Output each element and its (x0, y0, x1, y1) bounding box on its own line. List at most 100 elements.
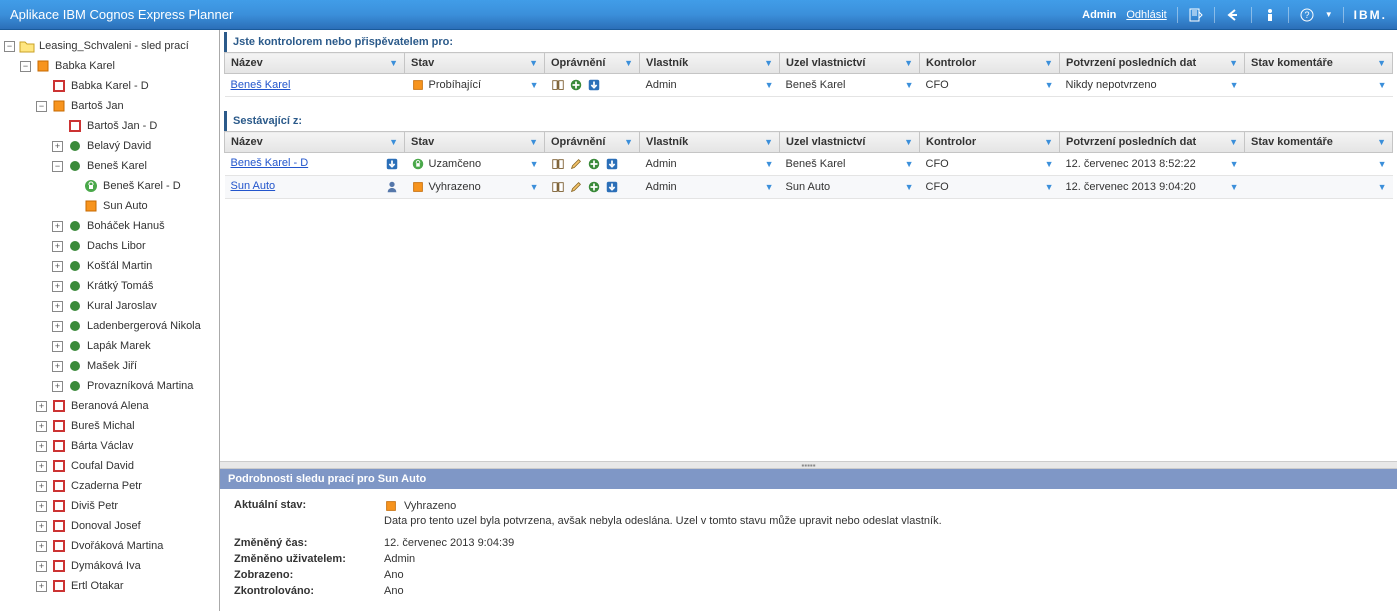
splitter-grip[interactable]: ▪▪▪▪▪ (220, 461, 1397, 469)
tree-toggle-icon[interactable]: + (36, 481, 47, 492)
tree-node[interactable]: +Bureš Michal (0, 416, 219, 436)
tree-node[interactable]: +Coufal David (0, 456, 219, 476)
chevron-down-icon[interactable]: ▼ (530, 159, 539, 169)
chevron-down-icon[interactable]: ▼ (1229, 58, 1238, 68)
tree-toggle-icon[interactable]: + (52, 381, 63, 392)
add-icon[interactable] (587, 157, 601, 171)
tree-node[interactable]: +Bárta Václav (0, 436, 219, 456)
tree-toggle-icon[interactable]: + (52, 241, 63, 252)
security-icon[interactable] (1262, 7, 1278, 23)
down-icon[interactable] (587, 78, 601, 92)
chevron-down-icon[interactable]: ▼ (624, 137, 633, 147)
chevron-down-icon[interactable]: ▼ (764, 58, 773, 68)
chevron-down-icon[interactable]: ▼ (1378, 182, 1387, 192)
tree-node[interactable]: +Beranová Alena (0, 396, 219, 416)
tree-node[interactable]: −Babka Karel (0, 56, 219, 76)
tree-toggle-icon[interactable]: + (36, 561, 47, 572)
chevron-down-icon[interactable]: ▼ (1230, 182, 1239, 192)
tree-toggle-icon[interactable]: − (4, 41, 15, 52)
table-row[interactable]: Sun AutoVyhrazeno▼Admin▼Sun Auto▼CFO▼12.… (225, 176, 1393, 199)
chevron-down-icon[interactable]: ▼ (389, 58, 398, 68)
chevron-down-icon[interactable]: ▼ (1377, 58, 1386, 68)
tree-toggle-icon[interactable]: + (36, 521, 47, 532)
col-header-stavkom[interactable]: Stav komentáře▼ (1245, 53, 1393, 74)
down-icon[interactable] (385, 157, 399, 171)
chevron-down-icon[interactable]: ▼ (529, 58, 538, 68)
tree-node[interactable]: +Dymáková Iva (0, 556, 219, 576)
col-header-opravneni[interactable]: Oprávnění▼ (545, 53, 640, 74)
tree-node[interactable]: +Ertl Otakar (0, 576, 219, 596)
col-header-stavkom[interactable]: Stav komentáře▼ (1245, 132, 1393, 153)
chevron-down-icon[interactable]: ▼ (1045, 182, 1054, 192)
col-header-kontrolor[interactable]: Kontrolor▼ (920, 53, 1060, 74)
chevron-down-icon[interactable]: ▼ (904, 58, 913, 68)
tree-toggle-icon[interactable]: + (36, 581, 47, 592)
chevron-down-icon[interactable]: ▼ (1044, 58, 1053, 68)
col-header-vlastnik[interactable]: Vlastník▼ (640, 53, 780, 74)
chevron-down-icon[interactable]: ▼ (530, 80, 539, 90)
tree-node[interactable]: +Košťál Martin (0, 256, 219, 276)
col-header-nazev[interactable]: Název▼ (225, 132, 405, 153)
chevron-down-icon[interactable]: ▼ (1044, 137, 1053, 147)
tree-toggle-icon[interactable]: + (52, 141, 63, 152)
col-header-stav[interactable]: Stav▼ (405, 132, 545, 153)
tree-node[interactable]: Bartoš Jan - D (0, 116, 219, 136)
person-icon[interactable] (385, 180, 399, 194)
tree-toggle-icon[interactable]: + (52, 261, 63, 272)
col-header-uzel[interactable]: Uzel vlastnictví▼ (780, 132, 920, 153)
tree-toggle-icon[interactable]: + (52, 301, 63, 312)
help-icon[interactable]: ? (1299, 7, 1315, 23)
tree-node[interactable]: −Leasing_Schvaleni - sled prací (0, 36, 219, 56)
col-header-potvrzeni[interactable]: Potvrzení posledních dat▼ (1060, 132, 1245, 153)
chevron-down-icon[interactable]: ▼ (624, 58, 633, 68)
col-header-vlastnik[interactable]: Vlastník▼ (640, 132, 780, 153)
tree-node[interactable]: +Czaderna Petr (0, 476, 219, 496)
tree-node[interactable]: +Dvořáková Martina (0, 536, 219, 556)
chevron-down-icon[interactable]: ▼ (765, 80, 774, 90)
tree-toggle-icon[interactable]: − (20, 61, 31, 72)
tree-node[interactable]: +Ladenbergerová Nikola (0, 316, 219, 336)
tree-node[interactable]: −Beneš Karel (0, 156, 219, 176)
col-header-nazev[interactable]: Název▼ (225, 53, 405, 74)
tree-node[interactable]: Sun Auto (0, 196, 219, 216)
tree-toggle-icon[interactable]: + (52, 361, 63, 372)
book-icon[interactable] (551, 78, 565, 92)
chevron-down-icon[interactable]: ▼ (1045, 159, 1054, 169)
chevron-down-icon[interactable]: ▼ (905, 80, 914, 90)
chevron-down-icon[interactable]: ▼ (905, 182, 914, 192)
down-icon[interactable] (605, 180, 619, 194)
tree-toggle-icon[interactable]: − (52, 161, 63, 172)
tree-node[interactable]: +Diviš Petr (0, 496, 219, 516)
chevron-down-icon[interactable]: ▼ (1230, 159, 1239, 169)
down-icon[interactable] (605, 157, 619, 171)
tree-toggle-icon[interactable]: + (36, 501, 47, 512)
chevron-down-icon[interactable]: ▼ (389, 137, 398, 147)
tree-toggle-icon[interactable]: + (52, 321, 63, 332)
add-icon[interactable] (569, 78, 583, 92)
chevron-down-icon[interactable]: ▼ (905, 159, 914, 169)
chevron-down-icon[interactable]: ▼ (904, 137, 913, 147)
row-link[interactable]: Beneš Karel (231, 79, 291, 91)
chevron-down-icon[interactable]: ▼ (1378, 80, 1387, 90)
tree-node[interactable]: +Boháček Hanuš (0, 216, 219, 236)
tree-node[interactable]: +Mašek Jiří (0, 356, 219, 376)
tree-toggle-icon[interactable]: + (52, 281, 63, 292)
table-row[interactable]: Beneš KarelProbíhající▼Admin▼Beneš Karel… (225, 74, 1393, 97)
tree-toggle-icon[interactable]: + (36, 421, 47, 432)
tree-node[interactable]: +Donoval Josef (0, 516, 219, 536)
tree-node[interactable]: +Krátký Tomáš (0, 276, 219, 296)
tree-node[interactable]: +Kural Jaroslav (0, 296, 219, 316)
tree-toggle-icon[interactable]: + (52, 221, 63, 232)
refresh-icon[interactable] (1188, 7, 1204, 23)
chevron-down-icon[interactable]: ▼ (1230, 80, 1239, 90)
chevron-down-icon[interactable]: ▼ (1229, 137, 1238, 147)
chevron-down-icon[interactable]: ▼ (1378, 159, 1387, 169)
chevron-down-icon[interactable]: ▼ (1045, 80, 1054, 90)
row-link[interactable]: Beneš Karel - D (231, 157, 309, 169)
col-header-stav[interactable]: Stav▼ (405, 53, 545, 74)
chevron-down-icon[interactable]: ▼ (765, 182, 774, 192)
back-icon[interactable] (1225, 7, 1241, 23)
book-icon[interactable] (551, 157, 565, 171)
tree-toggle-icon[interactable]: + (36, 541, 47, 552)
table-row[interactable]: Beneš Karel - DUzamčeno▼Admin▼Beneš Kare… (225, 153, 1393, 176)
